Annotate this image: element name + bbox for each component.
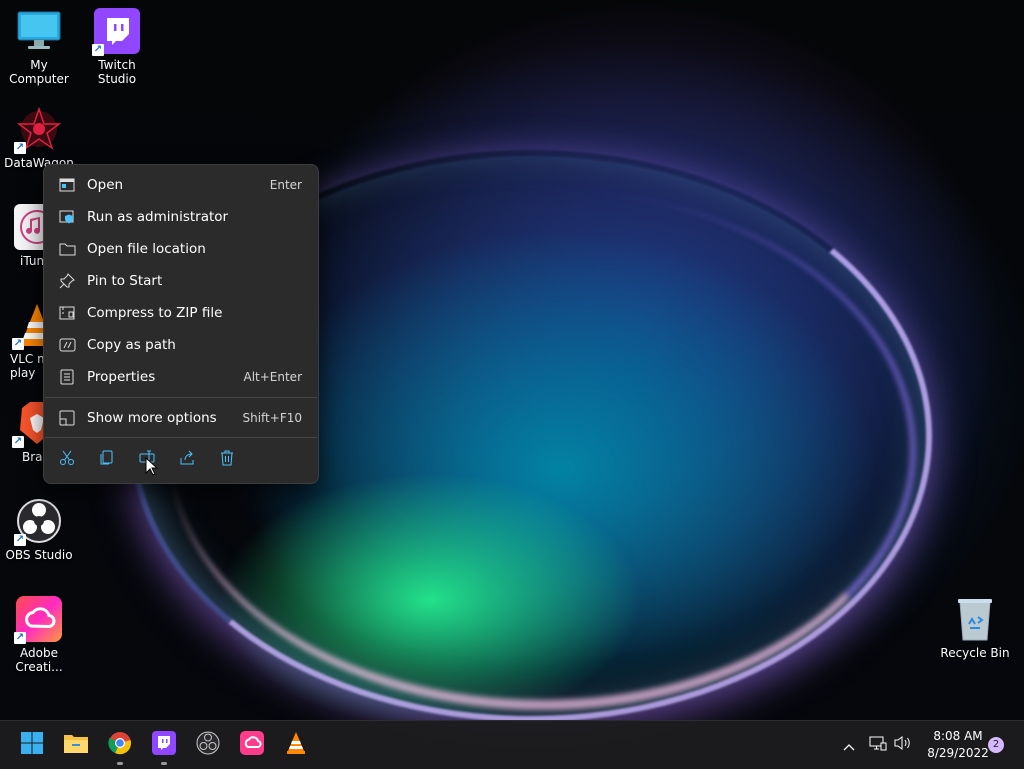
recycle-bin-icon xyxy=(952,596,998,642)
menu-item-compress-to-zip[interactable]: Compress to ZIP file xyxy=(48,298,314,328)
twitch-icon: ↗ xyxy=(92,8,140,56)
start-icon xyxy=(20,731,44,759)
taskbar-vlc[interactable] xyxy=(280,729,312,761)
desktop-icon-label: VLC m play xyxy=(10,352,49,380)
properties-icon xyxy=(58,368,76,386)
delete-button[interactable] xyxy=(213,447,241,473)
share-button[interactable] xyxy=(173,447,201,473)
zip-icon xyxy=(58,304,76,322)
menu-item-copy-as-path[interactable]: Copy as path xyxy=(48,330,314,360)
desktop-icon-vlc[interactable]: ↗ VLC m play xyxy=(0,302,54,380)
pin-icon xyxy=(58,272,76,290)
desktop-icon-brave[interactable]: ↗ Brav xyxy=(0,400,54,464)
clock-time[interactable]: 8:08 AM xyxy=(918,729,998,743)
cut-icon xyxy=(59,450,75,470)
twitch-icon xyxy=(152,731,176,759)
menu-item-open[interactable]: Open Enter xyxy=(48,170,314,200)
copy-icon xyxy=(99,450,115,470)
delete-icon xyxy=(219,450,235,470)
context-menu: Open Enter Run as administrator Open fil… xyxy=(43,164,319,484)
desktop-icon-label: My Computer xyxy=(9,58,69,86)
creative-cloud-icon xyxy=(240,731,264,759)
show-hidden-icons-button[interactable] xyxy=(834,729,864,761)
shield-icon xyxy=(58,208,76,226)
network-icon xyxy=(869,735,887,755)
running-indicator xyxy=(117,762,123,765)
obs-icon: ↗ xyxy=(14,498,62,546)
menu-item-properties[interactable]: Properties Alt+Enter xyxy=(48,362,314,392)
shortcut-arrow-icon: ↗ xyxy=(14,632,26,644)
taskbar: 8:08 AM 8/29/2022 2 xyxy=(0,720,1024,769)
datawagon-icon: ↗ xyxy=(14,106,62,154)
menu-item-open-file-location[interactable]: Open file location xyxy=(48,234,314,264)
desktop-icon-label: OBS Studio xyxy=(5,548,73,562)
desktop-icon-label: Recycle Bin xyxy=(940,646,1010,660)
menu-item-run-as-administrator[interactable]: Run as administrator xyxy=(48,202,314,232)
shortcut-arrow-icon: ↗ xyxy=(12,338,24,350)
volume-button[interactable] xyxy=(890,729,916,761)
folder-icon xyxy=(58,240,76,258)
mouse-cursor-icon xyxy=(145,456,159,481)
creative-cloud-icon: ↗ xyxy=(14,596,62,644)
obs-icon xyxy=(196,731,220,759)
desktop-icon-label: Adobe Creati... xyxy=(15,646,63,674)
volume-icon xyxy=(894,735,912,755)
desktop-icon-obs-studio[interactable]: ↗ OBS Studio xyxy=(0,498,78,562)
desktop-icon-twitch-studio[interactable]: ↗ Twitch Studio xyxy=(78,8,156,86)
desktop-icon-label: Brav xyxy=(22,450,50,464)
shortcut-arrow-icon: ↗ xyxy=(14,142,26,154)
notification-badge[interactable]: 2 xyxy=(988,737,1004,753)
start-button[interactable] xyxy=(16,729,48,761)
desktop-icon-my-computer[interactable]: My Computer xyxy=(0,8,78,86)
path-icon xyxy=(58,336,76,354)
menu-item-pin-to-start[interactable]: Pin to Start xyxy=(48,266,314,296)
cut-button[interactable] xyxy=(53,447,81,473)
desktop-icon-label: iTun xyxy=(20,254,45,268)
chrome-icon xyxy=(108,731,132,759)
open-icon xyxy=(58,176,76,194)
desktop-icon-label: Twitch Studio xyxy=(97,58,137,86)
taskbar-obs-studio[interactable] xyxy=(192,729,224,761)
shortcut-arrow-icon: ↗ xyxy=(14,534,26,546)
network-button[interactable] xyxy=(864,729,892,761)
menu-separator xyxy=(45,437,317,438)
copy-button[interactable] xyxy=(93,447,121,473)
vlc-icon xyxy=(285,731,307,759)
desktop-icon-adobe-creative-cloud[interactable]: ↗ Adobe Creati... xyxy=(0,596,78,674)
desktop-icon-itunes[interactable]: iTun xyxy=(0,204,60,268)
more-options-icon xyxy=(58,409,76,427)
taskbar-creative-cloud[interactable] xyxy=(236,729,268,761)
monitor-icon xyxy=(16,8,62,54)
shortcut-arrow-icon: ↗ xyxy=(12,436,24,448)
taskbar-chrome[interactable] xyxy=(104,729,136,765)
file-explorer-icon xyxy=(63,732,89,758)
desktop-icon-recycle-bin[interactable]: Recycle Bin xyxy=(936,596,1014,660)
desktop-icon-datawagon[interactable]: ↗ DataWagon xyxy=(0,106,78,170)
taskbar-twitch-studio[interactable] xyxy=(148,729,180,765)
share-icon xyxy=(179,450,195,470)
menu-separator xyxy=(45,397,317,398)
taskbar-file-explorer[interactable] xyxy=(60,729,92,761)
chevron-up-icon xyxy=(843,736,855,755)
menu-item-show-more-options[interactable]: Show more options Shift+F10 xyxy=(48,403,314,433)
shortcut-arrow-icon: ↗ xyxy=(92,44,104,56)
running-indicator xyxy=(161,762,167,765)
clock-date[interactable]: 8/29/2022 xyxy=(918,746,998,760)
